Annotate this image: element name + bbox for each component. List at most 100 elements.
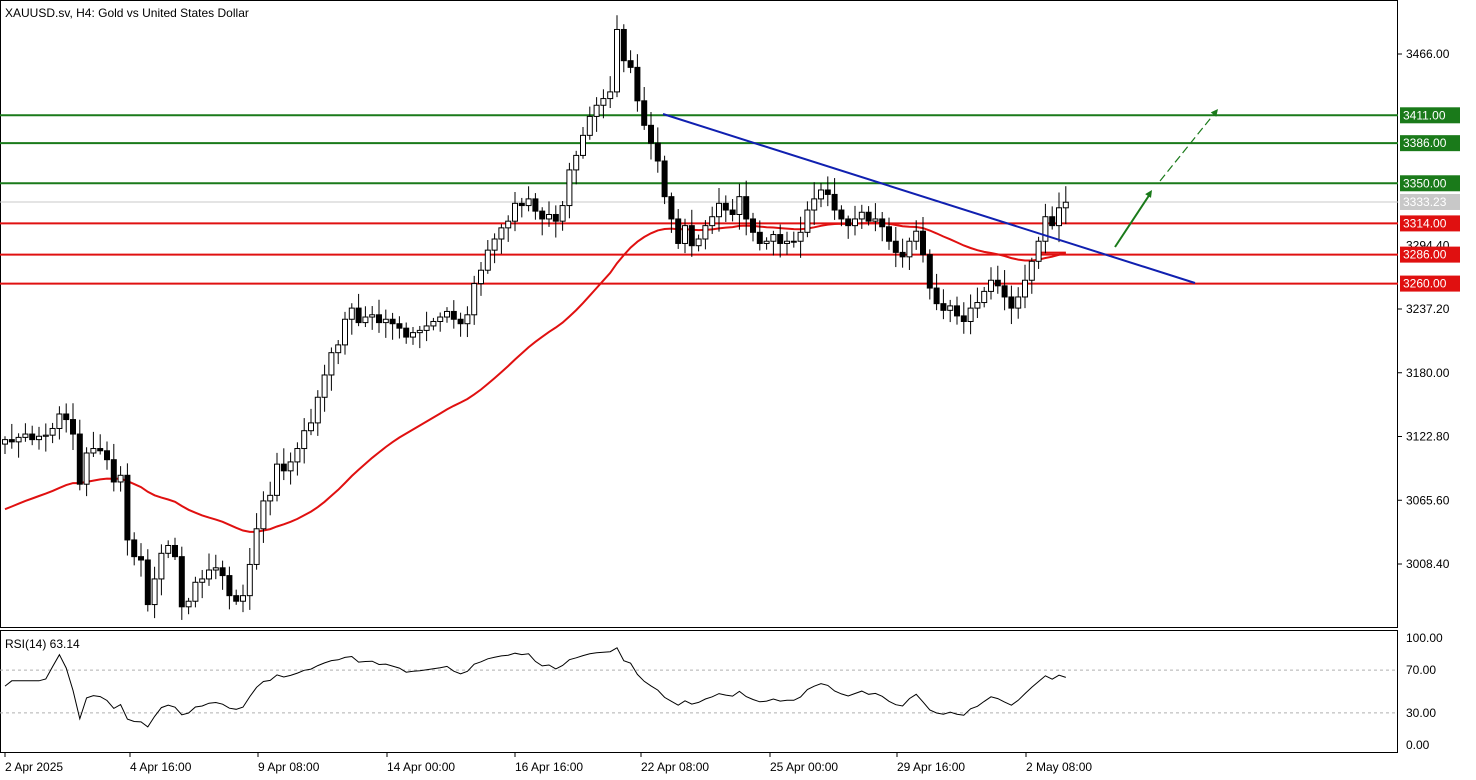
candle-body — [104, 450, 110, 461]
candle-body — [158, 552, 165, 580]
candle-body — [110, 459, 117, 483]
candle-body — [206, 569, 212, 580]
candle-body — [1028, 260, 1035, 281]
candle-body — [15, 436, 22, 443]
candle-body — [600, 98, 607, 106]
candle-body — [362, 316, 369, 324]
candle-body — [376, 314, 382, 324]
candle-body — [478, 269, 484, 285]
candle-body — [845, 218, 852, 227]
candle-body — [369, 314, 376, 318]
candle-body — [396, 323, 403, 329]
candle-body — [382, 318, 389, 324]
rsi-tick-label: 70.00 — [1406, 663, 1436, 677]
candle-body — [348, 307, 355, 320]
candle-body — [913, 230, 920, 242]
rsi-label: RSI(14) 63.14 — [5, 637, 80, 651]
candle-body — [83, 452, 90, 485]
candle-body — [940, 303, 947, 311]
candle-body — [1035, 240, 1042, 262]
candle-body — [566, 169, 573, 207]
candle-body — [491, 238, 498, 251]
candle-body — [688, 225, 695, 247]
candle-body — [199, 578, 206, 583]
resistance-level-label: 3386.00 — [1403, 136, 1447, 150]
candle-body — [287, 461, 294, 472]
candle-body — [471, 283, 478, 316]
candle-body — [702, 225, 709, 240]
candle-body — [430, 320, 437, 327]
price-tick-label: 3065.60 — [1406, 493, 1450, 507]
candle-body — [240, 595, 246, 602]
chart-canvas: 3466.00 3237.20 3180.00 3122.80 3065.60 3008.… — [0, 0, 1460, 774]
rsi-tick-label: 100.00 — [1406, 631, 1443, 645]
candle-body — [607, 91, 614, 100]
candle-body — [450, 310, 457, 320]
candle-body — [131, 539, 138, 558]
price-tick-label: 3008.40 — [1406, 557, 1450, 571]
price-tick-label: 3180.00 — [1406, 366, 1450, 380]
candle-body — [49, 427, 56, 436]
candle-body — [1001, 285, 1008, 298]
candle-body — [818, 189, 824, 200]
candle-body — [97, 448, 104, 452]
candle-body — [2, 439, 8, 445]
projection-arrow — [1159, 113, 1215, 182]
candle-body — [559, 205, 566, 222]
candle-body — [648, 124, 654, 144]
rsi-tick-label: 0.00 — [1406, 738, 1430, 752]
candle-body — [1015, 296, 1022, 309]
candle-body — [872, 218, 879, 222]
candle-body — [620, 28, 627, 62]
candle-body — [410, 332, 416, 338]
price-axis: 3466.00 3237.20 3180.00 3122.80 3065.60 3008.… — [1398, 47, 1460, 571]
candle-body — [267, 494, 274, 502]
candle-body — [165, 544, 172, 554]
candle-body — [63, 413, 70, 421]
candle-body — [634, 66, 641, 102]
candle-body — [328, 352, 335, 376]
candle-body — [76, 433, 83, 485]
candle-body — [389, 318, 396, 325]
candle-body — [518, 202, 525, 207]
candle-body — [926, 254, 933, 289]
candle-body — [117, 474, 124, 483]
time-tick-label: 25 Apr 00:00 — [770, 760, 838, 774]
candle-body — [552, 213, 559, 222]
candle-body — [892, 240, 899, 253]
candle-body — [124, 474, 131, 541]
current-price-label: 3333.23 — [1403, 195, 1447, 209]
candle-body — [280, 463, 287, 472]
candle-body — [539, 210, 546, 220]
rsi-line — [4, 647, 1066, 728]
support-resistance-levels — [0, 114, 1398, 285]
candle-body — [233, 595, 240, 602]
price-tick-label: 3122.80 — [1406, 430, 1450, 444]
candle-body — [763, 240, 770, 244]
candle-body — [886, 226, 892, 242]
resistance-level-label: 3411.00 — [1403, 108, 1446, 122]
candle-body — [301, 430, 308, 450]
support-level-label: 3260.00 — [1403, 277, 1447, 291]
time-tick-label: 16 Apr 16:00 — [515, 760, 583, 774]
price-tick-label: 3466.00 — [1406, 47, 1450, 61]
candle-body — [219, 567, 226, 577]
time-tick-label: 2 Apr 2025 — [5, 760, 63, 774]
candle-body — [42, 434, 49, 437]
candle-body — [988, 279, 994, 292]
time-tick-label: 2 May 08:00 — [1026, 760, 1092, 774]
chart-title: XAUUSD.sv, H4: Gold vs United States Dol… — [5, 6, 249, 20]
candle-body — [416, 329, 423, 334]
candle-body — [729, 209, 736, 215]
time-axis: 2 Apr 2025 4 Apr 16:00 9 Apr 08:00 14 Apr 0… — [4, 752, 1092, 774]
candle-body — [804, 209, 811, 233]
candle-body — [981, 290, 988, 304]
candle-body — [967, 307, 974, 322]
moving-average-line — [4, 221, 1067, 533]
candle-body — [695, 238, 702, 247]
candle-body — [308, 422, 314, 432]
time-tick-label: 4 Apr 16:00 — [130, 760, 192, 774]
candle-body — [1062, 201, 1069, 209]
candle-body — [1022, 279, 1028, 298]
candle-body — [974, 302, 981, 309]
